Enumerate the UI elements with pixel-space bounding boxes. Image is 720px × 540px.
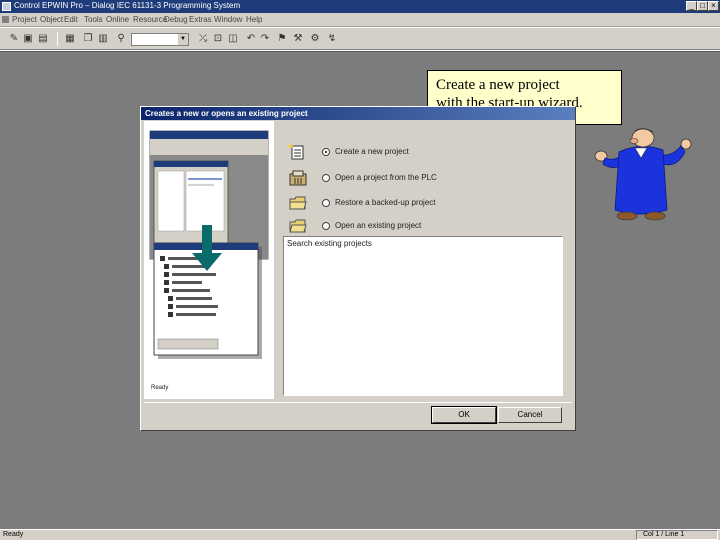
maximize-button[interactable]: □ (697, 1, 708, 11)
callout-line-1: Create a new project (436, 77, 560, 93)
radio-open-existing[interactable] (322, 222, 330, 230)
network-icon[interactable]: ⚑ (276, 33, 288, 45)
option-label: Restore a backed-up project (335, 198, 436, 207)
menu-tools[interactable]: Tools (84, 15, 103, 24)
option-label: Open an existing project (335, 221, 422, 230)
restore-folder-icon (289, 196, 307, 210)
chevron-down-icon[interactable]: ▼ (178, 34, 188, 45)
list-label: Search existing projects (287, 239, 372, 248)
menu-edit[interactable]: Edit (64, 15, 78, 24)
document-menu-icon[interactable] (2, 16, 9, 23)
new-project-icon[interactable]: ✎ (8, 33, 20, 45)
open-folder-icon (289, 219, 307, 233)
redo-icon[interactable]: ↷ (259, 33, 271, 45)
copy-icon[interactable]: ❐ (82, 33, 94, 45)
radio-open-from-plc[interactable] (322, 174, 330, 182)
dialog-divider (144, 402, 572, 403)
find-icon[interactable]: ⚲ (115, 33, 127, 45)
menu-help[interactable]: Help (246, 15, 262, 24)
window-title: Control EPWIN Pro – Dialog IEC 61131-3 P… (14, 1, 241, 10)
layout-icon[interactable]: ⊡ (212, 33, 224, 45)
radio-restore-backup[interactable] (322, 199, 330, 207)
menu-debug[interactable]: Debug (164, 15, 188, 24)
monitor-icon[interactable]: ⚙ (309, 33, 321, 45)
dialog-title: Creates a new or opens an existing proje… (141, 107, 575, 120)
cursor-position: Col 1 / Line 1 (636, 530, 718, 540)
cursor-icon[interactable]: ⤰ (197, 33, 209, 45)
menu-window[interactable]: Window (214, 15, 242, 24)
print-icon[interactable]: ▤ (37, 33, 49, 45)
plc-upload-icon (289, 170, 307, 186)
option-label: Open a project from the PLC (335, 173, 437, 182)
new-project-icon (289, 144, 304, 160)
presenter-cartoon-icon (594, 128, 692, 221)
menu-bar: Project Object Edit Tools Online Resourc… (0, 13, 720, 27)
radio-create-new[interactable] (322, 148, 330, 156)
ok-button[interactable]: OK (431, 406, 497, 424)
undo-icon[interactable]: ↶ (245, 33, 257, 45)
status-bar: Ready Col 1 / Line 1 (0, 529, 720, 540)
option-label: Create a new project (335, 147, 409, 156)
menu-resource[interactable]: Resource (133, 15, 167, 24)
startup-wizard-dialog: Creates a new or opens an existing proje… (140, 106, 576, 431)
menu-online[interactable]: Online (106, 15, 129, 24)
plc-icon[interactable]: ⚒ (292, 33, 304, 45)
search-combo[interactable]: ▼ (131, 33, 189, 46)
close-button[interactable]: × (708, 1, 719, 11)
app-icon[interactable] (2, 2, 11, 11)
save-icon[interactable]: ▣ (22, 33, 34, 45)
window-titlebar: Control EPWIN Pro – Dialog IEC 61131-3 P… (0, 0, 720, 13)
illustration-status: Ready (151, 385, 169, 391)
menu-extras[interactable]: Extras (189, 15, 212, 24)
cut-icon[interactable]: ▦ (64, 33, 76, 45)
help-icon[interactable]: ↯ (326, 33, 338, 45)
wizard-illustration (144, 121, 274, 399)
window-icon[interactable]: ◫ (227, 33, 239, 45)
existing-projects-list[interactable]: Search existing projects (283, 236, 563, 396)
paste-icon[interactable]: ▥ (97, 33, 109, 45)
status-text: Ready (3, 531, 24, 538)
toolbar: ✎ ▣ ▤ ▦ ❐ ▥ ⚲ ▼ ⤰ ⊡ ◫ ↶ ↷ ⚑ ⚒ ⚙ ↯ (0, 28, 720, 50)
menu-project[interactable]: Project (12, 15, 37, 24)
cancel-button[interactable]: Cancel (498, 407, 562, 423)
menu-object[interactable]: Object (40, 15, 63, 24)
minimize-button[interactable]: _ (686, 1, 697, 11)
